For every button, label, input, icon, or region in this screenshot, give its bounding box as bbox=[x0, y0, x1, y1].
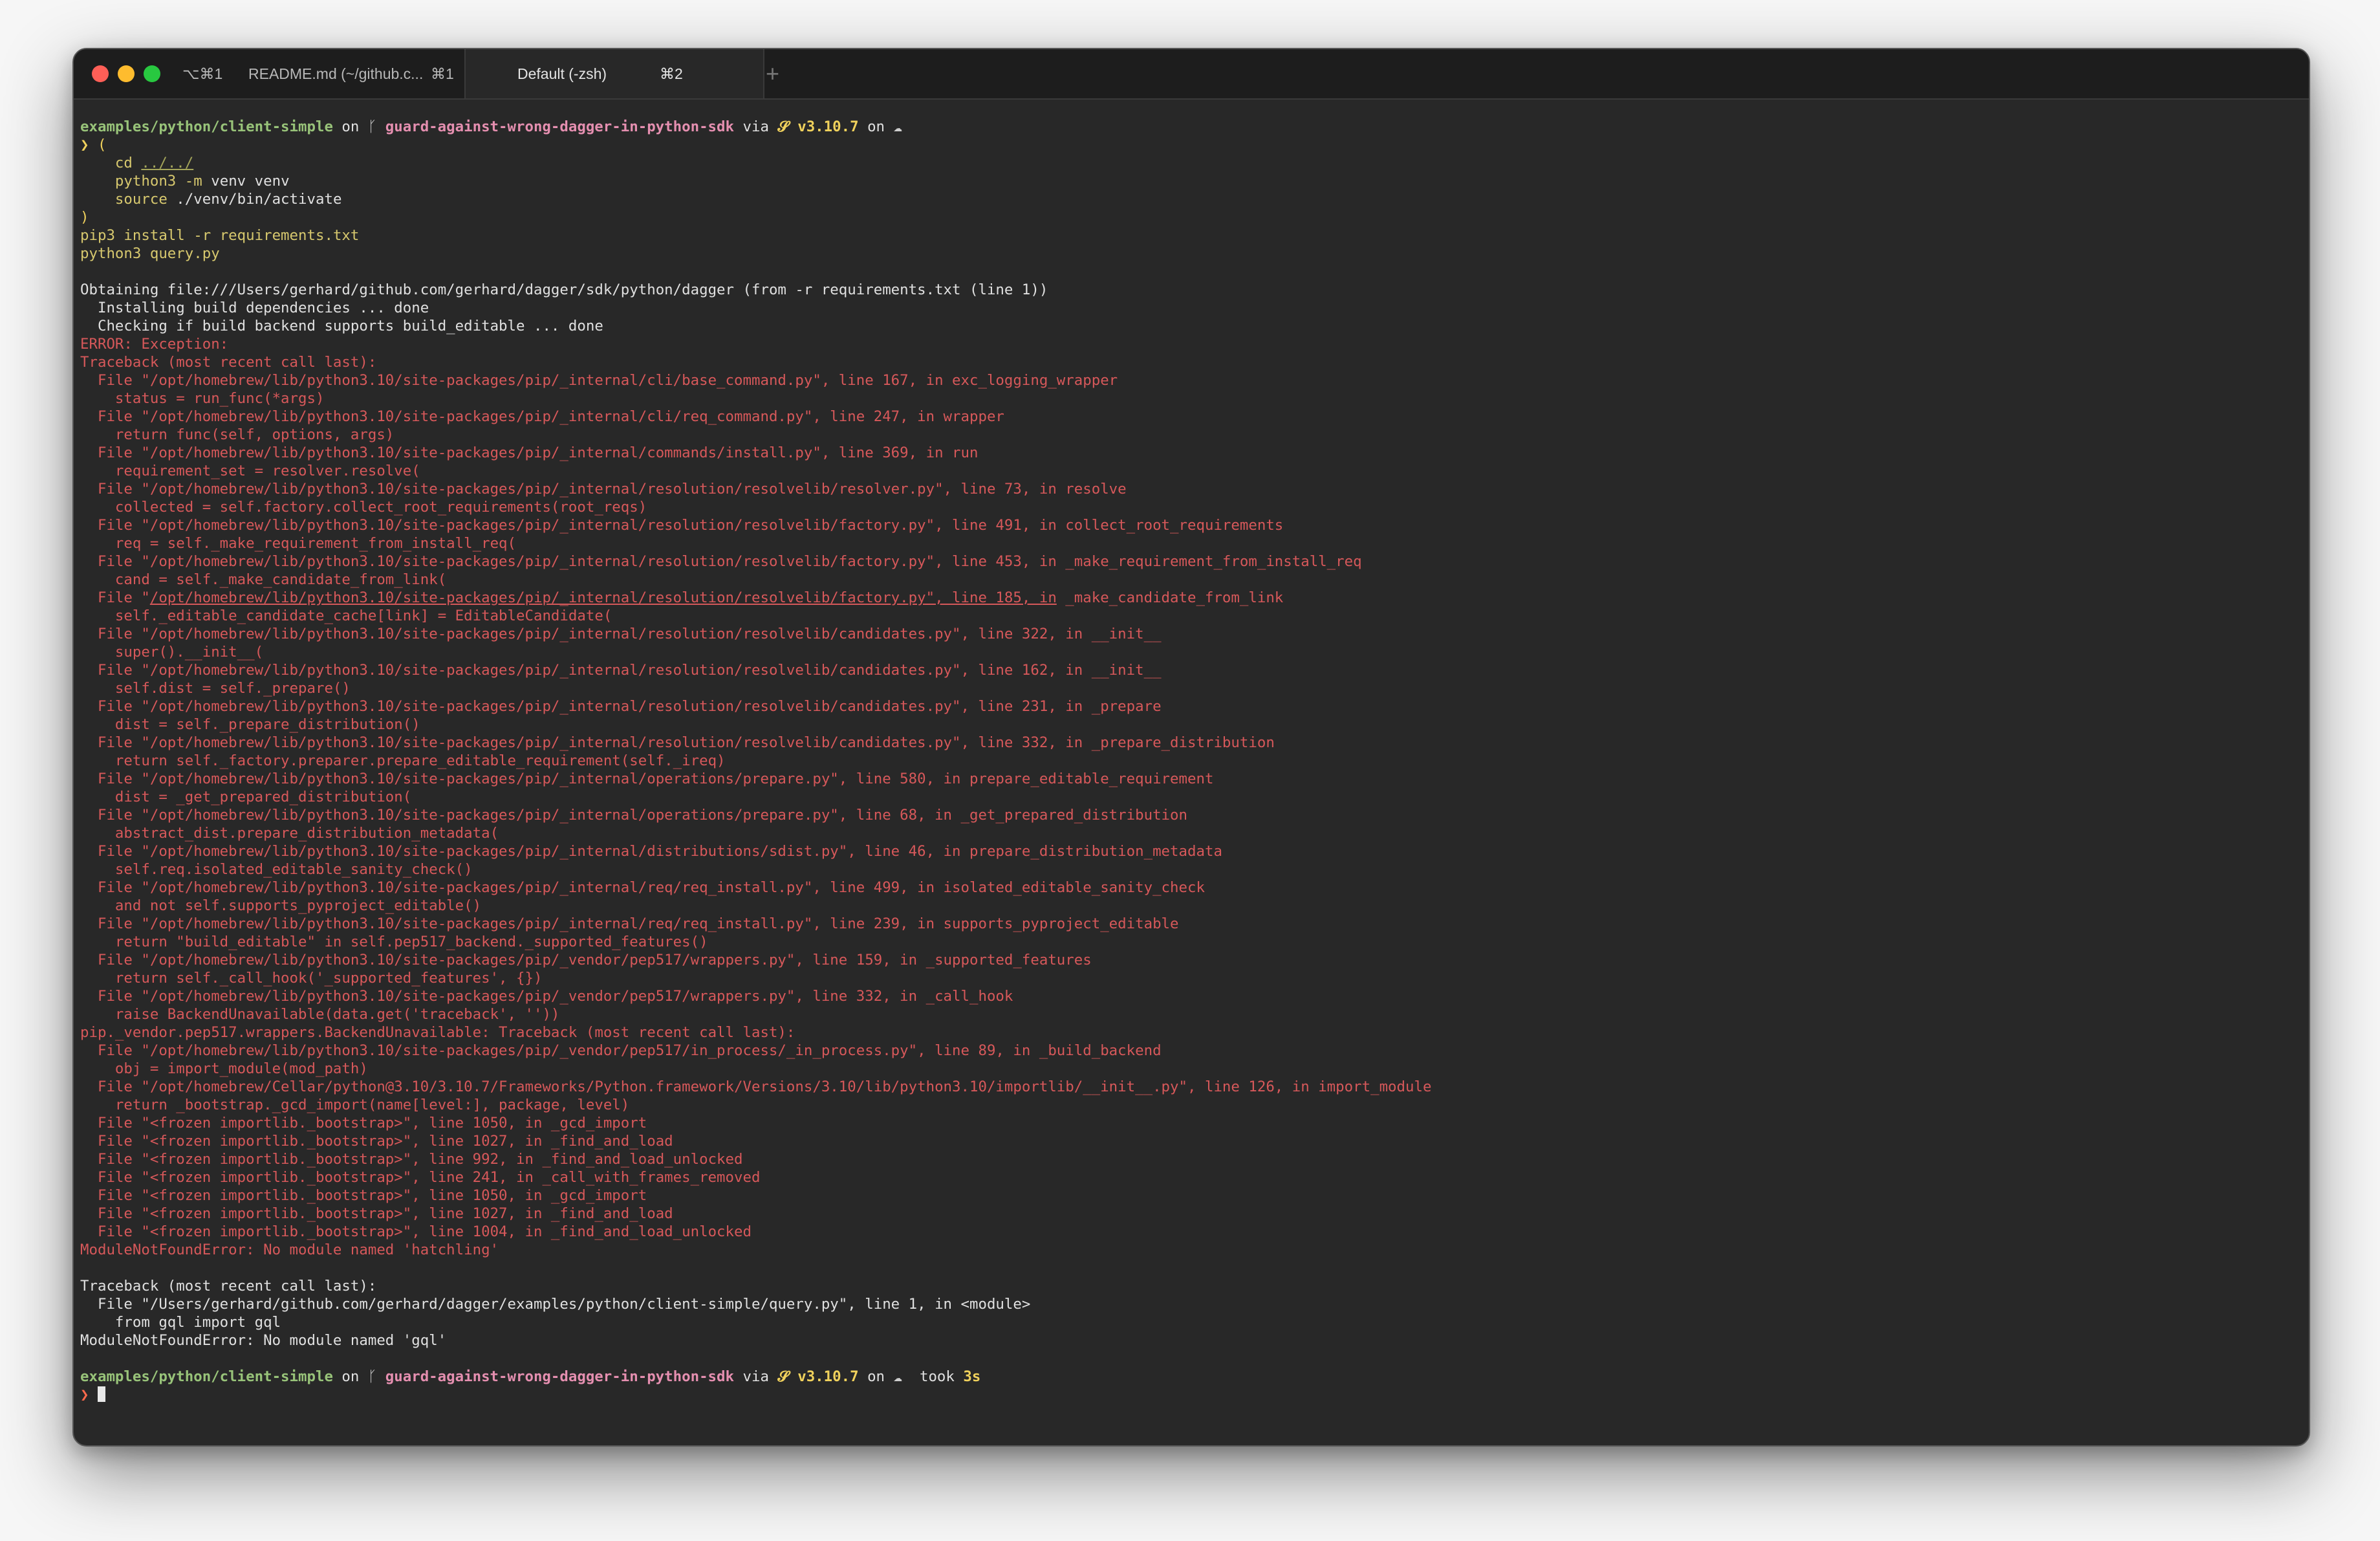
error-line: File "/opt/homebrew/lib/python3.10/site-… bbox=[80, 408, 1004, 425]
tab-readme-shortcut: ⌘1 bbox=[431, 65, 454, 82]
error-line: return _bootstrap._gcd_import(name[level… bbox=[80, 1097, 630, 1113]
error-line: File "/opt/homebrew/lib/python3.10/site-… bbox=[80, 952, 1092, 968]
python-snake-icon: 𝓢 bbox=[777, 1368, 798, 1385]
output-line: Obtaining file:///Users/gerhard/github.c… bbox=[80, 281, 1048, 298]
error-line: File "/opt/homebrew/lib/python3.10/site-… bbox=[80, 843, 1222, 860]
error-line: obj = import_module(mod_path) bbox=[80, 1060, 368, 1077]
error-line: cand = self._make_candidate_from_link( bbox=[80, 571, 447, 588]
error-line: File "/opt/homebrew/Cellar/python@3.10/3… bbox=[80, 1078, 1432, 1095]
error-traceback: ERROR: Exception: Traceback (most recent … bbox=[80, 335, 2302, 589]
error-line: File "<frozen importlib._bootstrap>", li… bbox=[80, 1223, 752, 1240]
error-line: File "/opt/homebrew/lib/python3.10/site-… bbox=[80, 1042, 1162, 1059]
file-link[interactable]: /opt/homebrew/lib/python3.10/site-packag… bbox=[150, 589, 1057, 606]
command-line: pip3 install -r requirements.txt bbox=[80, 227, 360, 244]
error-line: File "/opt/homebrew/lib/python3.10/site-… bbox=[80, 481, 1127, 497]
python-version: v3.10.7 bbox=[797, 118, 859, 135]
error-line: Traceback (most recent call last): bbox=[80, 354, 377, 371]
error-line: File "<frozen importlib._bootstrap>", li… bbox=[80, 1187, 647, 1204]
prompt-line: examples/python/client-simple on ᚴ guard… bbox=[80, 1368, 981, 1385]
error-line: File "/opt/homebrew/lib/python3.10/site-… bbox=[80, 372, 1118, 389]
error-line: File "/opt/homebrew/lib/python3.10/site-… bbox=[80, 517, 1284, 534]
error-traceback: self._editable_candidate_cache[link] = E… bbox=[80, 607, 2302, 1259]
terminal-window: ⌥⌘1 README.md (~/github.c... ⌘1 Default … bbox=[72, 48, 2310, 1447]
error-line: pip._vendor.pep517.wrappers.BackendUnava… bbox=[80, 1024, 795, 1041]
git-branch: guard-against-wrong-dagger-in-python-sdk bbox=[385, 1368, 734, 1385]
output-line: from gql import gql bbox=[80, 1314, 281, 1331]
error-line-link: File "/opt/homebrew/lib/python3.10/site-… bbox=[80, 589, 1284, 606]
python-version: v3.10.7 bbox=[797, 1368, 859, 1385]
error-line: File "<frozen importlib._bootstrap>", li… bbox=[80, 1169, 761, 1186]
window-shortcut-label: ⌥⌘1 bbox=[182, 65, 223, 82]
error-line: abstract_dist.prepare_distribution_metad… bbox=[80, 825, 499, 842]
branch-icon: ᚴ bbox=[367, 118, 385, 135]
python-snake-icon: 𝓢 bbox=[777, 118, 798, 135]
error-line: File "/opt/homebrew/lib/python3.10/site-… bbox=[80, 807, 1187, 824]
command-duration: 3s bbox=[963, 1368, 981, 1385]
error-line: File "/opt/homebrew/lib/python3.10/site-… bbox=[80, 444, 979, 461]
new-tab-button[interactable]: + bbox=[766, 49, 779, 98]
error-line: self.req.isolated_editable_sanity_check(… bbox=[80, 861, 473, 878]
error-line: super().__init__( bbox=[80, 644, 264, 661]
minimize-window-button[interactable] bbox=[118, 65, 135, 82]
prompt-directory: examples/python/client-simple bbox=[80, 1368, 333, 1385]
error-line: File "<frozen importlib._bootstrap>", li… bbox=[80, 1205, 673, 1222]
error-line: File "/opt/homebrew/lib/python3.10/site-… bbox=[80, 626, 1162, 642]
close-window-button[interactable] bbox=[92, 65, 109, 82]
command-line: ❯ ( bbox=[80, 137, 107, 153]
error-line: and not self.supports_pyproject_editable… bbox=[80, 897, 482, 914]
error-line: req = self._make_requirement_from_instal… bbox=[80, 535, 517, 552]
output-line: Installing build dependencies ... done bbox=[80, 300, 429, 316]
error-line: ModuleNotFoundError: No module named 'ha… bbox=[80, 1241, 499, 1258]
command-line: source ./venv/bin/activate bbox=[114, 191, 342, 208]
error-line: File "/opt/homebrew/lib/python3.10/site-… bbox=[80, 915, 1179, 932]
error-line: dist = self._prepare_distribution() bbox=[80, 716, 420, 733]
zoom-window-button[interactable] bbox=[144, 65, 160, 82]
error-line: return self._factory.preparer.prepare_ed… bbox=[80, 752, 726, 769]
error-line: return func(self, options, args) bbox=[80, 426, 395, 443]
tab-readme[interactable]: README.md (~/github.c... bbox=[248, 49, 423, 98]
error-line: raise BackendUnavailable(data.get('trace… bbox=[80, 1006, 560, 1023]
command-line: cd ../../ bbox=[114, 155, 194, 171]
input-prompt[interactable]: ❯ bbox=[80, 1386, 2302, 1404]
error-line: File "<frozen importlib._bootstrap>", li… bbox=[80, 1133, 673, 1150]
error-line: dist = _get_prepared_distribution( bbox=[80, 789, 412, 805]
error-line: return self._call_hook('_supported_featu… bbox=[80, 970, 543, 987]
cloud-icon: ☁ bbox=[893, 1368, 920, 1385]
error-line: File "/opt/homebrew/lib/python3.10/site-… bbox=[80, 879, 1205, 896]
output-line: ModuleNotFoundError: No module named 'gq… bbox=[80, 1332, 447, 1349]
tab-default-title: Default (-zsh) bbox=[517, 65, 607, 82]
error-line: File "/opt/homebrew/lib/python3.10/site-… bbox=[80, 553, 1362, 570]
command-line: python3 -m venv venv bbox=[114, 173, 290, 190]
output-line: Checking if build backend supports build… bbox=[80, 318, 603, 334]
error-line: File "/opt/homebrew/lib/python3.10/site-… bbox=[80, 698, 1162, 715]
error-line: status = run_func(*args) bbox=[80, 390, 325, 407]
error-line: File "<frozen importlib._bootstrap>", li… bbox=[80, 1115, 647, 1131]
text-cursor bbox=[97, 1386, 105, 1402]
error-line: File "/opt/homebrew/lib/python3.10/site-… bbox=[80, 770, 1214, 787]
error-line: self._editable_candidate_cache[link] = E… bbox=[80, 607, 612, 624]
command-line: python3 query.py bbox=[80, 245, 220, 262]
error-line: self.dist = self._prepare() bbox=[80, 680, 351, 697]
error-line: File "/opt/homebrew/lib/python3.10/site-… bbox=[80, 662, 1162, 679]
branch-icon: ᚴ bbox=[367, 1368, 385, 1385]
tab-default-zsh[interactable]: Default (-zsh) ⌘2 bbox=[464, 49, 764, 98]
git-branch: guard-against-wrong-dagger-in-python-sdk bbox=[385, 118, 734, 135]
cloud-icon: ☁ bbox=[893, 118, 902, 135]
error-line: return "build_editable" in self.pep517_b… bbox=[80, 934, 708, 950]
error-line: File "<frozen importlib._bootstrap>", li… bbox=[80, 1151, 743, 1168]
error-line: ERROR: Exception: bbox=[80, 336, 229, 353]
error-line: File "/opt/homebrew/lib/python3.10/site-… bbox=[80, 734, 1275, 751]
error-line: requirement_set = resolver.resolve( bbox=[80, 463, 420, 479]
prompt-line: examples/python/client-simple on ᚴ guard… bbox=[80, 118, 902, 135]
error-line: File "/opt/homebrew/lib/python3.10/site-… bbox=[80, 988, 1013, 1005]
prompt-directory: examples/python/client-simple bbox=[80, 118, 333, 135]
output-line: Traceback (most recent call last): bbox=[80, 1278, 377, 1295]
terminal-output[interactable]: examples/python/client-simple on ᚴ guard… bbox=[80, 118, 2302, 1404]
title-bar: ⌥⌘1 README.md (~/github.c... ⌘1 Default … bbox=[74, 49, 2309, 100]
tab-default-shortcut: ⌘2 bbox=[660, 65, 683, 82]
output-line: File "/Users/gerhard/github.com/gerhard/… bbox=[80, 1296, 1031, 1313]
error-line: collected = self.factory.collect_root_re… bbox=[80, 499, 647, 516]
command-line: ) bbox=[80, 209, 89, 226]
